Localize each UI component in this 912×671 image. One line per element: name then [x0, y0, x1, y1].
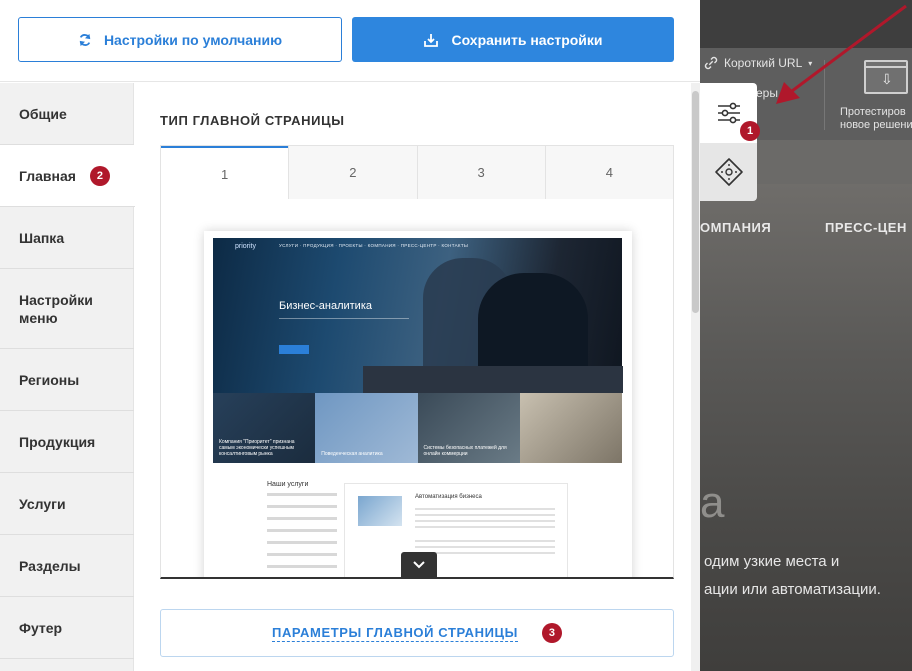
site-hero-text-1: одим узкие места и — [704, 553, 840, 570]
preview-card: Системы безопасных платежей для онлайн к… — [417, 393, 520, 463]
scroll-down-button[interactable] — [401, 552, 437, 577]
site-hero-text-2: ации или автоматизации. — [704, 581, 881, 598]
section-title: ТИП ГЛАВНОЙ СТРАНИЦЫ — [160, 113, 345, 128]
preview-card — [519, 393, 622, 463]
save-settings-button[interactable]: Сохранить настройки — [352, 17, 674, 62]
test-solution-label-line2: новое решени — [840, 119, 912, 131]
preview-nav: УСЛУГИ · ПРОДУКЦИЯ · ПРОЕКТЫ · КОМПАНИЯ … — [279, 243, 469, 248]
sidebar-item-menu-settings[interactable]: Настройки меню — [0, 269, 134, 349]
preview-cards: Компания "Приоритет" признана самым экон… — [213, 393, 622, 463]
sidebar-item-label: Регионы — [19, 371, 80, 388]
sidebar-item-label: Главная — [19, 167, 76, 184]
step-badge-wrap: 1 — [740, 121, 760, 141]
preview-services-list — [267, 493, 337, 577]
step-badge: 3 — [541, 623, 562, 643]
preview-card: Компания "Приоритет" признана самым экон… — [213, 393, 316, 463]
site-menu-company[interactable]: ОМПАНИЯ — [700, 220, 771, 235]
annotation-arrow — [776, 4, 907, 104]
link-icon — [704, 56, 718, 70]
preview-card-text: Поведенческая аналитика — [321, 451, 383, 457]
chevron-down-icon — [413, 561, 425, 569]
preview-logo: priority — [235, 243, 257, 250]
panel-scrollbar[interactable] — [691, 83, 700, 671]
reset-defaults-label: Настройки по умолчанию — [103, 31, 283, 48]
sidebar-item-label: Футер — [19, 619, 63, 636]
step-badge: 2 — [89, 165, 110, 186]
sidebar-item-label: Шапка — [19, 229, 65, 246]
preview-box-title: Автоматизация бизнеса — [415, 494, 482, 500]
scrollbar-thumb[interactable] — [692, 91, 699, 313]
sidebar-item-products[interactable]: Продукция — [0, 411, 134, 473]
directions-button[interactable] — [700, 143, 757, 201]
sidebar-item-label: Настройки меню — [19, 291, 93, 326]
homepage-type-tabs: 1 2 3 4 — [160, 145, 674, 200]
settings-panel: Настройки по умолчанию Сохранить настрой… — [0, 0, 700, 671]
sidebar-item-services[interactable]: Услуги — [0, 473, 134, 535]
sidebar-item-label: Продукция — [19, 433, 96, 450]
tab-type-3[interactable]: 3 — [416, 146, 545, 200]
sidebar-item-label: Услуги — [19, 495, 66, 512]
step-badge: 1 — [740, 121, 760, 141]
site-hero-heading: а — [700, 478, 725, 527]
settings-content: ТИП ГЛАВНОЙ СТРАНИЦЫ 1 2 3 4 priority УС… — [135, 83, 690, 671]
sidebar-item-main[interactable]: Главная 2 — [0, 145, 135, 207]
tab-type-4[interactable]: 4 — [544, 146, 673, 200]
preview-card-text: Компания "Приоритет" признана самым экон… — [219, 439, 295, 457]
sidebar-item-footer[interactable]: Футер — [0, 597, 134, 659]
homepage-preview: priority УСЛУГИ · ПРОДУКЦИЯ · ПРОЕКТЫ · … — [160, 199, 674, 579]
preview-hero: priority УСЛУГИ · ПРОДУКЦИЯ · ПРОЕКТЫ · … — [213, 238, 623, 393]
homepage-params-button[interactable]: ПАРАМЕТРЫ ГЛАВНОЙ СТРАНИЦЫ 3 — [160, 609, 674, 657]
preview-image: priority УСЛУГИ · ПРОДУКЦИЯ · ПРОЕКТЫ · … — [204, 231, 632, 577]
sidebar-item-general[interactable]: Общие — [0, 83, 134, 145]
tab-type-2[interactable]: 2 — [288, 146, 417, 200]
tab-type-1[interactable]: 1 — [161, 146, 289, 200]
sidebar-item-label: Разделы — [19, 557, 81, 574]
directions-icon — [714, 158, 743, 186]
site-menu-press[interactable]: ПРЕСС-ЦЕН — [825, 220, 907, 235]
reset-defaults-button[interactable]: Настройки по умолчанию — [18, 17, 342, 62]
download-icon — [424, 33, 439, 47]
sidebar-item-regions[interactable]: Регионы — [0, 349, 134, 411]
preview-card-text: Системы безопасных платежей для онлайн к… — [423, 445, 507, 457]
settings-sidebar: Общие Главная 2 Шапка Настройки меню Рег… — [0, 83, 135, 671]
preview-service-box: Автоматизация бизнеса — [344, 483, 568, 577]
sliders-icon — [717, 102, 740, 124]
save-settings-label: Сохранить настройки — [451, 31, 603, 48]
preview-hero-title: Бизнес-аналитика — [279, 300, 372, 312]
sidebar-item-sections[interactable]: Разделы — [0, 535, 134, 597]
preview-services-title: Наши услуги — [267, 481, 309, 488]
homepage-params-label: ПАРАМЕТРЫ ГЛАВНОЙ СТРАНИЦЫ — [272, 624, 518, 642]
refresh-icon — [79, 33, 91, 46]
preview-card: Поведенческая аналитика — [315, 393, 418, 463]
panel-toolbar: Настройки по умолчанию Сохранить настрой… — [0, 0, 700, 82]
sidebar-item-label: Общие — [19, 105, 67, 122]
sidebar-item-header[interactable]: Шапка — [0, 207, 134, 269]
